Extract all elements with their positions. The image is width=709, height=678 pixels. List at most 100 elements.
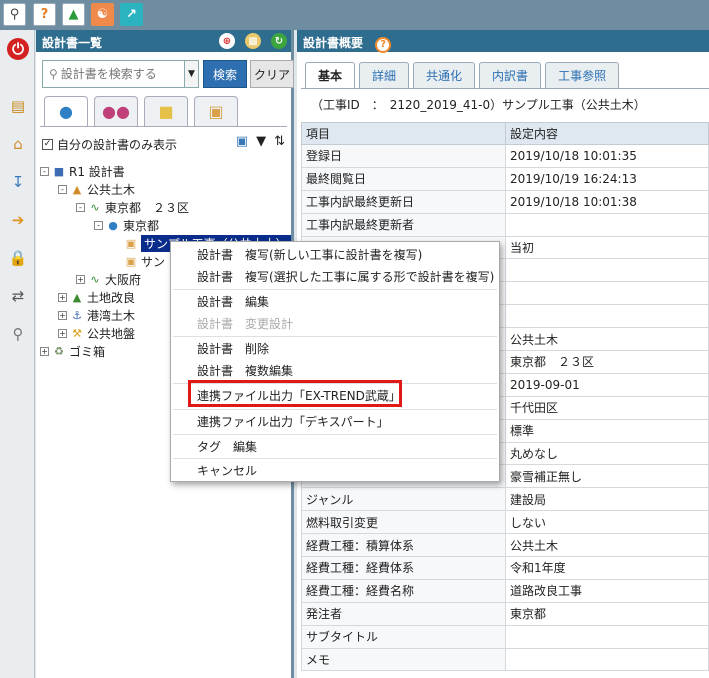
table-row[interactable]: 発注者 東京都 [301, 601, 709, 626]
panel-title: 設計書概要 [303, 36, 364, 50]
expand-icon[interactable]: + [58, 328, 67, 338]
power-icon[interactable]: ⏻ [7, 38, 29, 60]
tree-node-label: 公共土木 [87, 182, 136, 197]
menu-item-multi-edit[interactable]: 設計書 複数編集 [197, 360, 293, 380]
property-value-cell: 東京都 [505, 601, 709, 626]
expand-icon[interactable]: + [58, 292, 67, 302]
tree-node[interactable]: + ♻ ゴミ箱 [40, 342, 105, 360]
target-icon[interactable]: ⊕ [219, 33, 235, 49]
expand-icon[interactable]: + [58, 310, 67, 320]
property-name-cell: 経費工種：積算体系 [301, 533, 506, 558]
tab-common[interactable]: 共通化 [413, 62, 476, 88]
building-icon: ■ [53, 164, 65, 178]
search-dropdown-button[interactable]: ▼ [185, 60, 199, 88]
tab-user-icon[interactable]: ● [44, 96, 88, 126]
tree-node[interactable]: + ⚓ 港湾土木 [58, 306, 135, 324]
search-row: ⚲ ▼ 検索 クリア [42, 60, 294, 88]
search-field[interactable]: ⚲ [42, 60, 185, 88]
home-icon[interactable]: ⌂ [6, 132, 30, 156]
tab-folder-icon[interactable]: ■ [144, 96, 188, 126]
expand-icon[interactable]: + [40, 346, 49, 356]
property-value-cell [505, 304, 709, 329]
table-row[interactable]: 登録日 2019/10/18 10:01:35 [301, 144, 709, 168]
collapse-icon[interactable]: - [94, 220, 103, 230]
sort-icon[interactable]: ⇅ [274, 134, 285, 149]
search-button[interactable]: 検索 [203, 60, 247, 88]
tree-node[interactable]: + ▲ 土地改良 [58, 288, 135, 306]
tab-document-icon[interactable]: ▣ [194, 96, 238, 126]
tree-node[interactable]: - ■ R1 設計書 [40, 162, 125, 180]
beginner-mark-icon[interactable]: ▲ [62, 3, 85, 26]
collapse-icon[interactable]: - [40, 166, 49, 176]
menu-separator [173, 409, 497, 410]
chart-icon[interactable]: ▩ [245, 33, 261, 49]
property-value-cell: 豪雪補正無し [505, 464, 709, 489]
filter-icon[interactable]: ▼ [256, 134, 266, 149]
tree-node[interactable]: - ∿ 東京都 ２３区 [76, 198, 189, 216]
menu-separator [173, 458, 497, 459]
clear-button[interactable]: クリア [250, 60, 294, 88]
table-row[interactable]: サブタイトル [301, 624, 709, 649]
tab-basic[interactable]: 基本 [305, 62, 356, 88]
menu-item-tag-edit[interactable]: タグ 編集 [197, 436, 257, 456]
overview-tabs: 基本 詳細 共通化 内訳書 工事参照 [305, 62, 620, 88]
column-header: 設定内容 [505, 122, 709, 145]
menu-item-copy-new[interactable]: 設計書 複写(新しい工事に設計書を複写) [197, 244, 422, 264]
property-name-cell: 経費工種：経費体系 [301, 556, 506, 580]
table-row[interactable]: メモ [301, 647, 709, 672]
property-value-cell: 当初 [505, 235, 709, 260]
project-subtitle: （工事ID ： 2120_2019_41-0）サンプル工事（公共土木） [311, 98, 646, 112]
property-value-cell: 標準 [505, 418, 709, 443]
property-name-cell: メモ [301, 647, 506, 672]
table-row[interactable]: 燃料取引変更 しない [301, 510, 709, 535]
collapse-icon[interactable]: - [76, 202, 85, 212]
highlight-box [188, 380, 402, 407]
search-input[interactable] [60, 67, 171, 81]
menu-item-cancel[interactable]: キャンセル [197, 460, 257, 480]
tree-node[interactable]: - ▲ 公共土木 [58, 180, 135, 198]
support-headset-icon[interactable]: ☯ [91, 3, 114, 26]
expand-window-icon[interactable]: ↗ [120, 3, 143, 26]
property-value-cell [505, 212, 709, 237]
table-row[interactable]: 工事内訳最終更新者 [301, 212, 709, 237]
help-icon[interactable]: ? [33, 3, 56, 26]
tab-breakdown[interactable]: 内訳書 [479, 62, 542, 88]
document-icon: ▣ [125, 254, 137, 268]
table-row[interactable]: 経費工種：積算体系 公共土木 [301, 533, 709, 558]
property-name-cell: 最終閲覧日 [301, 166, 506, 191]
tree-view-icon[interactable]: ▤ [6, 94, 30, 118]
left-toolbar: ⏻ ▤ ⌂ ↧ ➔ 🔒 ⇄ ⚲ [0, 30, 35, 678]
table-row[interactable]: 最終閲覧日 2019/10/19 16:24:13 [301, 166, 709, 191]
menu-item-delete[interactable]: 設計書 削除 [197, 338, 269, 358]
trash-icon: ♻ [54, 344, 64, 358]
transfer-icon[interactable]: ⇄ [6, 284, 30, 308]
property-value-cell: しない [505, 510, 709, 535]
tab-work-reference[interactable]: 工事参照 [545, 62, 620, 88]
collapse-icon[interactable]: - [58, 184, 67, 194]
magnifier-icon[interactable]: ⚲ [6, 322, 30, 346]
tree-node[interactable]: ▣ サン [124, 252, 165, 270]
own-only-checkbox[interactable]: ✓ [42, 138, 53, 150]
view-icon[interactable]: ▣ [236, 134, 248, 149]
refresh-icon[interactable]: ↻ [271, 33, 287, 49]
arrow-right-icon[interactable]: ➔ [6, 208, 30, 232]
table-row[interactable]: 工事内訳最終更新日 2019/10/18 10:01:38 [301, 189, 709, 214]
tree-node[interactable]: + ⚒ 公共地盤 [58, 324, 135, 342]
table-row[interactable]: 経費工種：経費体系 令和1年度 [301, 556, 709, 580]
tab-group-icon[interactable]: ●● [94, 96, 138, 126]
import-icon[interactable]: ↧ [6, 170, 30, 194]
lock-icon[interactable]: 🔒 [6, 246, 30, 270]
tab-detail[interactable]: 詳細 [359, 62, 410, 88]
tree-node[interactable]: - ● 東京都 [94, 216, 159, 234]
menu-separator [173, 434, 497, 435]
table-row[interactable]: 経費工種：経費名称 道路改良工事 [301, 578, 709, 603]
expand-icon[interactable]: + [76, 274, 85, 284]
tree-node[interactable]: + ∿ 大阪府 [76, 270, 141, 288]
tree-node-label: R1 設計書 [69, 164, 125, 179]
table-row[interactable]: ジャンル 建設局 [301, 487, 709, 512]
help-icon[interactable]: ? [375, 37, 392, 53]
menu-item-edit[interactable]: 設計書 編集 [197, 291, 269, 311]
menu-item-copy-selected[interactable]: 設計書 複写(選択した工事に属する形で設計書を複写) [197, 266, 494, 286]
lightbulb-icon[interactable]: ⚲ [3, 3, 26, 26]
menu-item-export-dekispart[interactable]: 連携ファイル出力「デキスパート」 [197, 411, 389, 431]
